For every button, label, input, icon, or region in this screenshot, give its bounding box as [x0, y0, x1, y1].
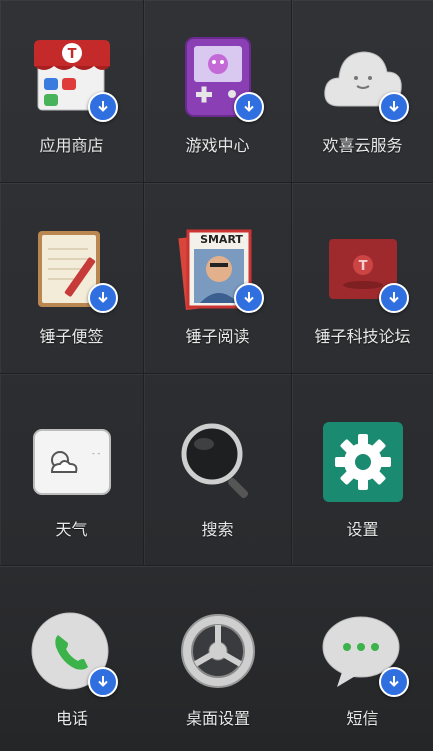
download-badge-icon — [378, 667, 409, 697]
svg-text:- -: - - — [92, 449, 100, 458]
app-tile-app-store[interactable]: T 应用商店 — [0, 0, 144, 183]
app-tile-reader[interactable]: SMART 锤子阅读 — [144, 183, 292, 374]
reader-cover-title: SMART — [200, 233, 243, 246]
dock-app-sms[interactable]: 短信 — [292, 567, 433, 751]
svg-text:T: T — [67, 47, 76, 62]
app-label: 游戏中心 — [185, 136, 250, 155]
svg-text:T: T — [358, 259, 367, 274]
app-tile-cloud-service[interactable]: 欢喜云服务 — [292, 0, 433, 183]
cloud-service-icon — [321, 36, 409, 122]
reader-icon: SMART — [176, 227, 264, 313]
download-badge-icon — [233, 283, 264, 313]
dock-app-phone[interactable]: 电话 — [0, 567, 144, 751]
weather-icon: - - — [30, 420, 114, 504]
download-badge-icon — [378, 92, 409, 122]
app-grid: T 应用商店 游戏中心 欢喜云服务 锤子便签 SMART 锤子阅读 T 锤子科技… — [0, 0, 433, 566]
app-label: 短信 — [346, 709, 379, 728]
app-tile-settings[interactable]: 设置 — [292, 374, 433, 566]
settings-icon — [321, 420, 405, 504]
phone-icon — [30, 611, 118, 697]
app-label: 欢喜云服务 — [322, 136, 403, 155]
app-label: 锤子便签 — [39, 327, 104, 346]
app-label: 锤子阅读 — [185, 327, 250, 346]
app-store-icon: T — [30, 36, 118, 122]
app-label: 设置 — [346, 520, 379, 539]
download-badge-icon — [88, 667, 118, 697]
download-badge-icon — [378, 283, 409, 313]
app-tile-weather[interactable]: - - 天气 — [0, 374, 144, 566]
app-tile-forum[interactable]: T 锤子科技论坛 — [292, 183, 433, 374]
app-tile-game-center[interactable]: 游戏中心 — [144, 0, 292, 183]
download-badge-icon — [233, 92, 264, 122]
forum-icon: T — [321, 227, 409, 313]
app-label: 桌面设置 — [185, 709, 250, 728]
dock-app-desktop-settings[interactable]: 桌面设置 — [144, 567, 292, 751]
download-badge-icon — [87, 283, 118, 313]
game-center-icon — [176, 36, 264, 122]
search-icon — [176, 420, 260, 504]
app-label: 电话 — [55, 709, 88, 728]
sms-icon — [321, 611, 409, 697]
app-label: 应用商店 — [39, 136, 104, 155]
download-badge-icon — [87, 92, 118, 122]
app-label: 锤子科技论坛 — [314, 327, 411, 346]
dock: 电话 桌面设置 短信 — [0, 566, 433, 751]
notes-icon — [30, 227, 118, 313]
app-label: 搜索 — [201, 520, 234, 539]
desktop-settings-icon — [176, 611, 260, 695]
app-label: 天气 — [55, 520, 88, 539]
app-tile-search[interactable]: 搜索 — [144, 374, 292, 566]
app-tile-notes[interactable]: 锤子便签 — [0, 183, 144, 374]
